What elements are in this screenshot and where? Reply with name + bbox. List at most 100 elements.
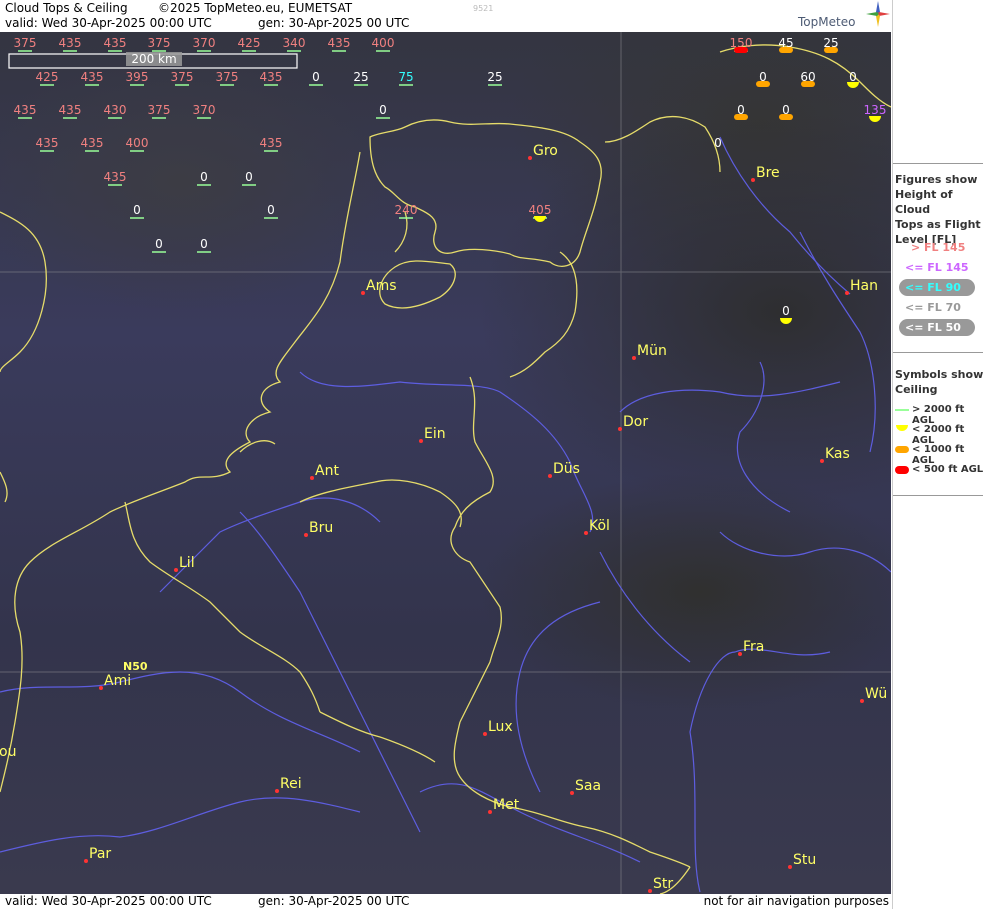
city-marker <box>860 699 864 703</box>
city-marker <box>361 291 365 295</box>
cloud-top-value: 0 <box>267 203 275 217</box>
city-label: Ant <box>315 463 339 479</box>
city-label: Han <box>850 278 878 294</box>
ceiling-cup-mark <box>534 216 546 222</box>
cloud-top-value: 0 <box>782 304 790 318</box>
compass-star-icon <box>866 1 890 27</box>
cloud-top-value: 435 <box>81 70 104 84</box>
legend-fl-145: <= FL 145 <box>905 261 969 274</box>
ceiling-cup-mark <box>780 318 792 324</box>
cloud-top-value: 75 <box>398 70 413 84</box>
cloud-top-value: 435 <box>104 170 127 184</box>
city-label: Ami <box>104 673 131 689</box>
ceiling-line-icon <box>895 409 909 411</box>
city-marker <box>483 732 487 736</box>
cloud-top-value: 340 <box>283 36 306 50</box>
satellite-map[interactable]: Gro Bre Ams Han Mün Ein Dor Kas Ant Düs Bru Köl Lil F… <box>0 32 891 894</box>
footer-bar: valid: Wed 30-Apr-2025 00:00 UTC gen: 30… <box>0 894 891 909</box>
ceiling-pill-mark <box>734 114 748 120</box>
legend-ceiling-line: Symbols show <box>895 368 983 381</box>
city-marker <box>738 652 742 656</box>
product-code: 9521 <box>473 4 494 13</box>
city-marker <box>751 178 755 182</box>
city-label: Gro <box>533 143 558 159</box>
cloud-top-value: 0 <box>714 136 722 150</box>
ceiling-orange-icon <box>895 446 909 453</box>
city-marker <box>845 291 849 295</box>
copyright-text: ©2025 TopMeteo.eu, EUMETSAT <box>158 1 353 15</box>
cloud-top-value: 435 <box>328 36 351 50</box>
city-label: Ein <box>424 426 446 442</box>
valid-time: valid: Wed 30-Apr-2025 00:00 UTC <box>5 16 212 30</box>
cloud-top-value: 135 <box>864 103 887 117</box>
city-marker <box>570 791 574 795</box>
legend-ceiling-line: Ceiling <box>895 383 938 396</box>
city-marker <box>788 865 792 869</box>
legend-ceiling-item: > 2000 ft AGL <box>912 404 965 426</box>
generated-time: gen: 30-Apr-2025 00 UTC <box>258 16 410 30</box>
ceiling-pill-mark <box>801 81 815 87</box>
ceiling-pill-mark <box>756 81 770 87</box>
cloud-top-value: 375 <box>148 36 171 50</box>
cloud-top-value: 435 <box>59 36 82 50</box>
city-marker <box>584 531 588 535</box>
city-label: ou <box>0 744 16 760</box>
city-label: Stu <box>793 852 816 868</box>
cloud-top-value: 400 <box>126 136 149 150</box>
city-label: Lil <box>179 555 195 571</box>
cloud-top-value: 0 <box>849 70 857 84</box>
legend-ceiling-item: < 1000 ft AGL <box>912 444 965 466</box>
scale-bar: 200 km <box>8 52 298 69</box>
cloud-top-value: 430 <box>104 103 127 117</box>
city-label: Str <box>653 876 673 892</box>
cloud-top-value: 435 <box>104 36 127 50</box>
cloud-top-value: 240 <box>395 203 418 217</box>
cloud-top-value: 435 <box>36 136 59 150</box>
topmeteo-logo[interactable]: TopMeteo <box>798 15 855 29</box>
city-marker <box>648 889 652 893</box>
city-label: Bre <box>756 165 780 181</box>
city-label: Saa <box>575 778 601 794</box>
cloud-top-value: 0 <box>312 70 320 84</box>
legend-tops-line: Tops as Flight <box>895 218 981 231</box>
city-marker <box>618 427 622 431</box>
city-label: Fra <box>743 639 764 655</box>
ceiling-pill-mark <box>779 47 793 53</box>
cloud-top-value: 435 <box>260 136 283 150</box>
legend-ceiling-section: Symbols show Ceiling <box>893 352 983 397</box>
city-marker <box>632 356 636 360</box>
cloud-top-value: 435 <box>81 136 104 150</box>
cloud-top-value: 25 <box>353 70 368 84</box>
legend-fl-50: <= FL 50 <box>905 321 961 334</box>
scale-bar-label: 200 km <box>131 52 176 66</box>
ceiling-pill-mark <box>734 47 748 53</box>
cloud-top-value: 395 <box>126 70 149 84</box>
cloud-top-value: 435 <box>14 103 37 117</box>
footer-valid-time: valid: Wed 30-Apr-2025 00:00 UTC <box>5 894 212 908</box>
city-label: Lux <box>488 719 513 735</box>
city-label: Par <box>89 846 111 862</box>
cloud-top-value: 425 <box>36 70 59 84</box>
ceiling-pill-mark <box>779 114 793 120</box>
cloud-top-value: 425 <box>238 36 261 50</box>
footer-generated-time: gen: 30-Apr-2025 00 UTC <box>258 894 410 908</box>
city-label: Rei <box>280 776 302 792</box>
legend-panel: Figures show Height of Cloud Tops as Fli… <box>892 0 983 909</box>
cloud-top-value: 0 <box>379 103 387 117</box>
city-marker <box>488 810 492 814</box>
city-marker <box>304 533 308 537</box>
cloud-top-value: 375 <box>216 70 239 84</box>
city-label: Bru <box>309 520 333 536</box>
city-marker <box>310 476 314 480</box>
legend-tops-section: Figures show Height of Cloud Tops as Fli… <box>893 163 983 247</box>
legend-tops-line: Figures show <box>895 173 978 186</box>
cloud-top-value: 375 <box>171 70 194 84</box>
legend-fl-70: <= FL 70 <box>905 301 961 314</box>
city-marker <box>820 459 824 463</box>
latitude-label: N50 <box>123 660 148 673</box>
ceiling-red-icon <box>895 466 909 474</box>
cloud-top-value: 0 <box>200 237 208 251</box>
legend-ceiling-item: < 2000 ft AGL <box>912 424 965 446</box>
cloud-top-value: 435 <box>260 70 283 84</box>
cloud-top-value: 375 <box>14 36 37 50</box>
